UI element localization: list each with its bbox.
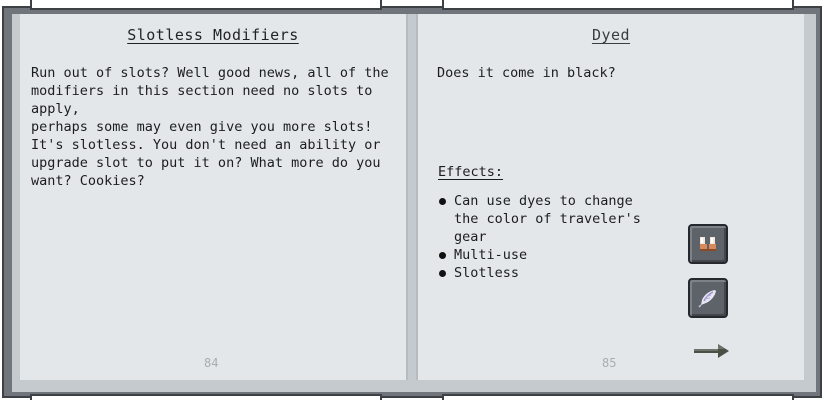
left-page-paragraph-1: Run out of slots? Well good news, all of… [31,65,389,135]
boots-icon [700,237,716,251]
right-page-number: 85 [602,356,617,370]
book-top-edge-right [442,0,794,10]
effects-heading: Effects: [438,164,504,180]
left-page-title: Slotless Modifiers [127,26,299,44]
item-slot-boots[interactable] [688,224,728,264]
book: Slotless Modifiers Run out of slots? Wel… [0,0,824,400]
next-page-button[interactable] [692,342,732,360]
book-bottom-edge-left [30,394,382,400]
left-page-paragraph-2: It's slotless. You don't need an ability… [31,137,381,189]
effects-list: Can use dyes to change the color of trav… [438,192,648,282]
arrow-right-icon [694,344,729,358]
right-page-title: Dyed [591,26,631,44]
item-slot-feather[interactable] [688,278,728,318]
book-spine [408,14,416,380]
book-bottom-edge-right [442,394,794,400]
effect-item: Slotless [438,264,648,282]
book-top-edge-left [30,0,382,10]
left-page-number: 84 [204,356,219,370]
effect-item: Can use dyes to change the color of trav… [438,192,648,246]
left-page: Slotless Modifiers Run out of slots? Wel… [20,14,408,380]
right-page-intro: Does it come in black? [437,65,616,81]
right-page: Dyed Does it come in black? Effects: Can… [416,14,804,380]
feather-icon [698,290,716,308]
effect-item: Multi-use [438,246,648,264]
